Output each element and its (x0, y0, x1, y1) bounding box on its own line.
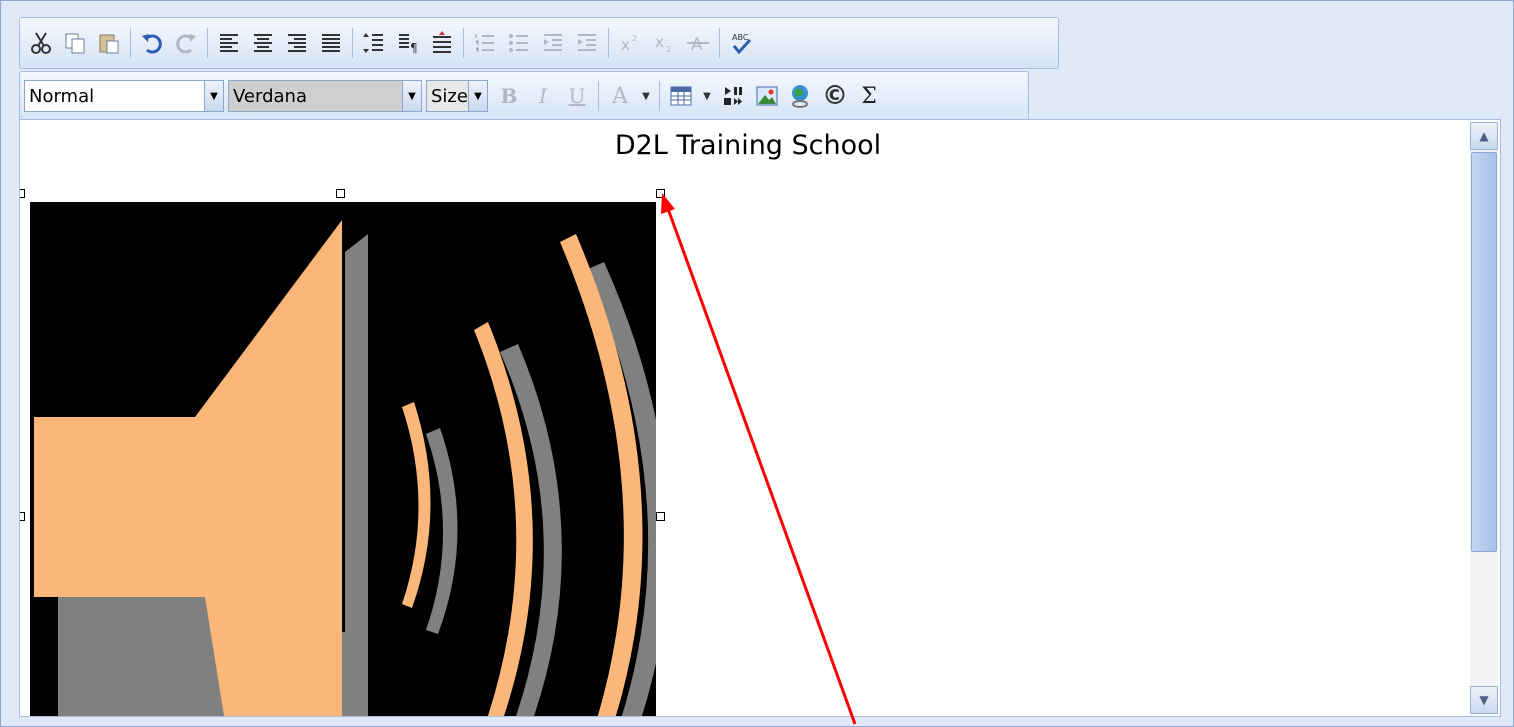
svg-text:2: 2 (632, 34, 637, 43)
copyright-icon[interactable]: © (818, 79, 852, 113)
svg-text:x: x (655, 33, 664, 51)
scrollbar-thumb[interactable] (1471, 152, 1497, 552)
toolbar-separator (352, 28, 353, 58)
toolbar-separator (719, 28, 720, 58)
copyright-glyph: © (822, 81, 848, 111)
superscript-icon[interactable]: x2 (613, 26, 647, 60)
svg-text:ABC: ABC (732, 33, 749, 42)
redo-icon[interactable] (169, 26, 203, 60)
chevron-down-icon: ▼ (468, 81, 487, 111)
svg-text:2: 2 (666, 45, 671, 54)
html-editor-frame: ¶ x2 x2 A ABC Normal ▼ Verdana ▼ Size ▼ … (0, 0, 1514, 727)
speaker-icon (30, 202, 669, 716)
justify-icon[interactable] (314, 26, 348, 60)
spellcheck-icon[interactable]: ABC (724, 26, 758, 60)
toolbar-separator (130, 28, 131, 58)
link-icon[interactable] (784, 79, 818, 113)
paste-icon[interactable] (92, 26, 126, 60)
size-dropdown[interactable]: Size ▼ (426, 80, 488, 112)
style-dropdown[interactable]: Normal ▼ (24, 80, 224, 112)
outdent-icon[interactable] (536, 26, 570, 60)
bold-icon[interactable]: B (492, 79, 526, 113)
resize-handle-top-right[interactable] (656, 189, 665, 198)
italic-icon[interactable]: I (526, 79, 560, 113)
indent-line-icon[interactable] (425, 26, 459, 60)
align-right-icon[interactable] (280, 26, 314, 60)
font-value: Verdana (233, 85, 307, 107)
svg-text:¶: ¶ (410, 41, 418, 55)
bold-glyph: B (500, 84, 518, 108)
editor-content-area[interactable]: D2L Training School ▲ ▼ (19, 119, 1501, 717)
editor-toolbar: ¶ x2 x2 A ABC Normal ▼ Verdana ▼ Size ▼ … (9, 9, 1509, 121)
style-value: Normal (29, 85, 95, 107)
chevron-down-icon[interactable]: ▼ (637, 79, 655, 113)
unordered-list-icon[interactable] (502, 26, 536, 60)
cut-icon[interactable] (24, 26, 58, 60)
font-color-icon[interactable]: A (603, 79, 637, 113)
media-icon[interactable] (716, 79, 750, 113)
chevron-down-icon: ▼ (402, 81, 421, 111)
subscript-icon[interactable]: x2 (647, 26, 681, 60)
copy-icon[interactable] (58, 26, 92, 60)
size-value: Size (431, 85, 468, 107)
resize-handle-right[interactable] (656, 512, 665, 521)
undo-icon[interactable] (135, 26, 169, 60)
italic-glyph: I (539, 84, 547, 108)
svg-text:A: A (691, 35, 703, 55)
toolbar-row-2: Normal ▼ Verdana ▼ Size ▼ B I U A ▼ ▼ © (19, 71, 1029, 121)
align-center-icon[interactable] (246, 26, 280, 60)
table-icon[interactable] (664, 79, 698, 113)
indent-icon[interactable] (570, 26, 604, 60)
toolbar-row-1: ¶ x2 x2 A ABC (19, 17, 1059, 69)
toolbar-separator (608, 28, 609, 58)
align-left-icon[interactable] (212, 26, 246, 60)
chevron-down-icon: ▼ (204, 81, 223, 111)
underline-icon[interactable]: U (560, 79, 594, 113)
toolbar-separator (659, 81, 660, 111)
toolbar-separator (598, 81, 599, 111)
resize-handle-left[interactable] (20, 512, 25, 521)
toolbar-separator (463, 28, 464, 58)
speaker-image[interactable] (30, 202, 669, 716)
resize-handle-top[interactable] (336, 189, 345, 198)
underline-glyph: U (568, 84, 586, 108)
scroll-up-icon[interactable]: ▲ (1470, 122, 1498, 150)
svg-text:x: x (621, 36, 630, 54)
scroll-down-icon[interactable]: ▼ (1470, 686, 1498, 714)
document-heading: D2L Training School (614, 130, 882, 161)
font-color-glyph: A (612, 83, 628, 109)
line-spacing-icon[interactable] (357, 26, 391, 60)
image-icon[interactable] (750, 79, 784, 113)
toolbar-separator (207, 28, 208, 58)
chevron-down-icon[interactable]: ▼ (698, 79, 716, 113)
strikethrough-icon[interactable]: A (681, 26, 715, 60)
paragraph-icon[interactable]: ¶ (391, 26, 425, 60)
vertical-scrollbar[interactable]: ▲ ▼ (1470, 122, 1498, 714)
sigma-icon[interactable]: Σ (852, 79, 886, 113)
sigma-glyph: Σ (861, 83, 877, 109)
ordered-list-icon[interactable] (468, 26, 502, 60)
font-dropdown[interactable]: Verdana ▼ (228, 80, 422, 112)
resize-handle-top-left[interactable] (20, 189, 25, 198)
